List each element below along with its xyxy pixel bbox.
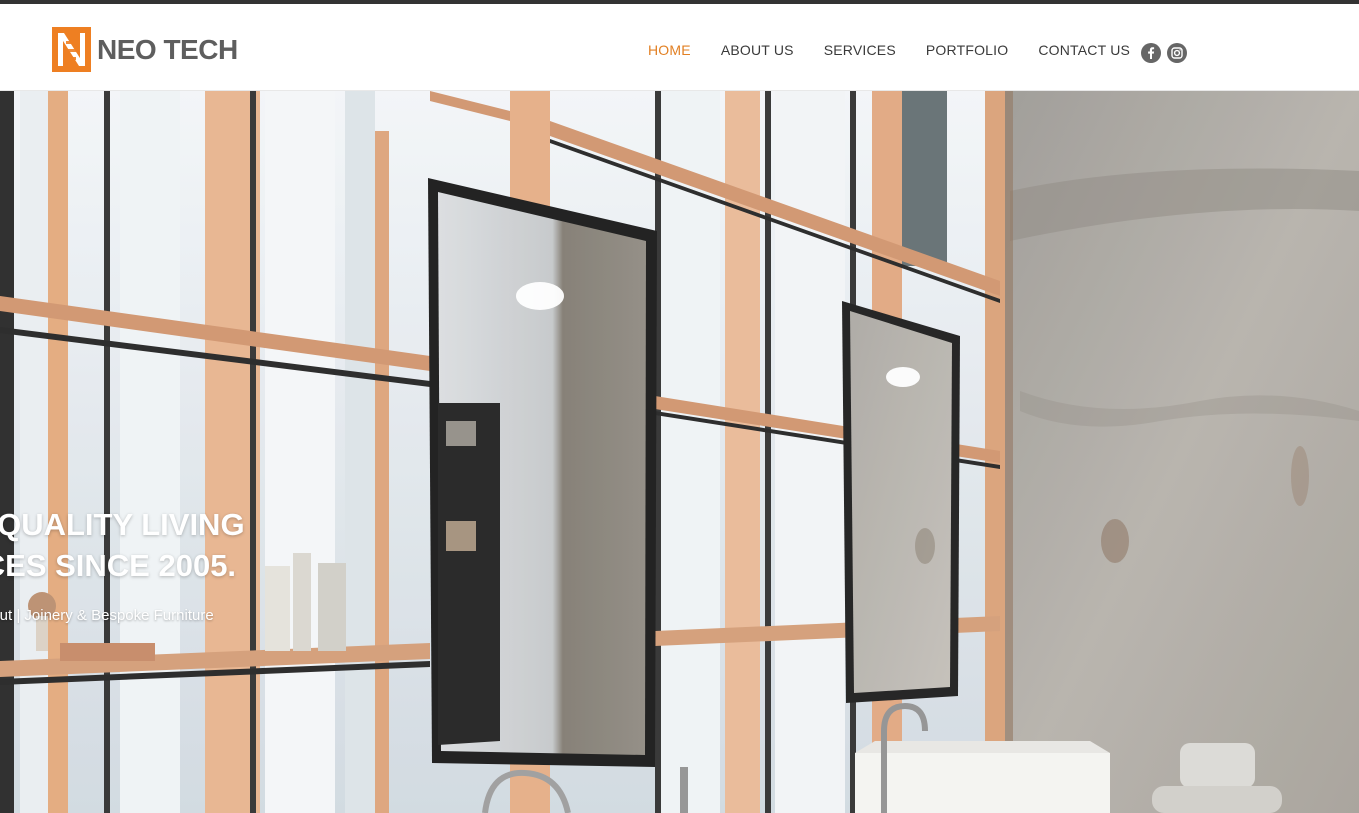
hero-title-line-2: PACES SINCE 2005. — [0, 548, 237, 583]
hero-background-image — [0, 91, 1359, 813]
facebook-icon[interactable] — [1141, 43, 1161, 63]
brand-name: NEO TECH — [97, 33, 238, 65]
main-nav: HOME ABOUT US SERVICES PORTFOLIO CONTACT… — [648, 42, 1160, 58]
nav-home[interactable]: HOME — [648, 42, 691, 58]
hero-title: GH QUALITY LIVING PACES SINCE 2005. — [0, 504, 362, 586]
logo[interactable]: NEO TECH — [52, 27, 238, 72]
nav-services[interactable]: SERVICES — [824, 42, 896, 58]
hero-title-line-1: GH QUALITY LIVING — [0, 507, 245, 542]
social-links — [1141, 43, 1193, 63]
hero-banner: GH QUALITY LIVING PACES SINCE 2005. Out … — [0, 91, 1359, 813]
hero-subtitle: Out | Joinery & Bespoke Furniture — [0, 607, 214, 624]
site-header: NEO TECH HOME ABOUT US SERVICES PORTFOLI… — [0, 4, 1359, 91]
instagram-icon[interactable] — [1167, 43, 1187, 63]
logo-mark-icon — [52, 27, 91, 72]
nav-contact-us[interactable]: CONTACT US — [1038, 42, 1130, 58]
nav-about-us[interactable]: ABOUT US — [721, 42, 794, 58]
nav-portfolio[interactable]: PORTFOLIO — [926, 42, 1008, 58]
